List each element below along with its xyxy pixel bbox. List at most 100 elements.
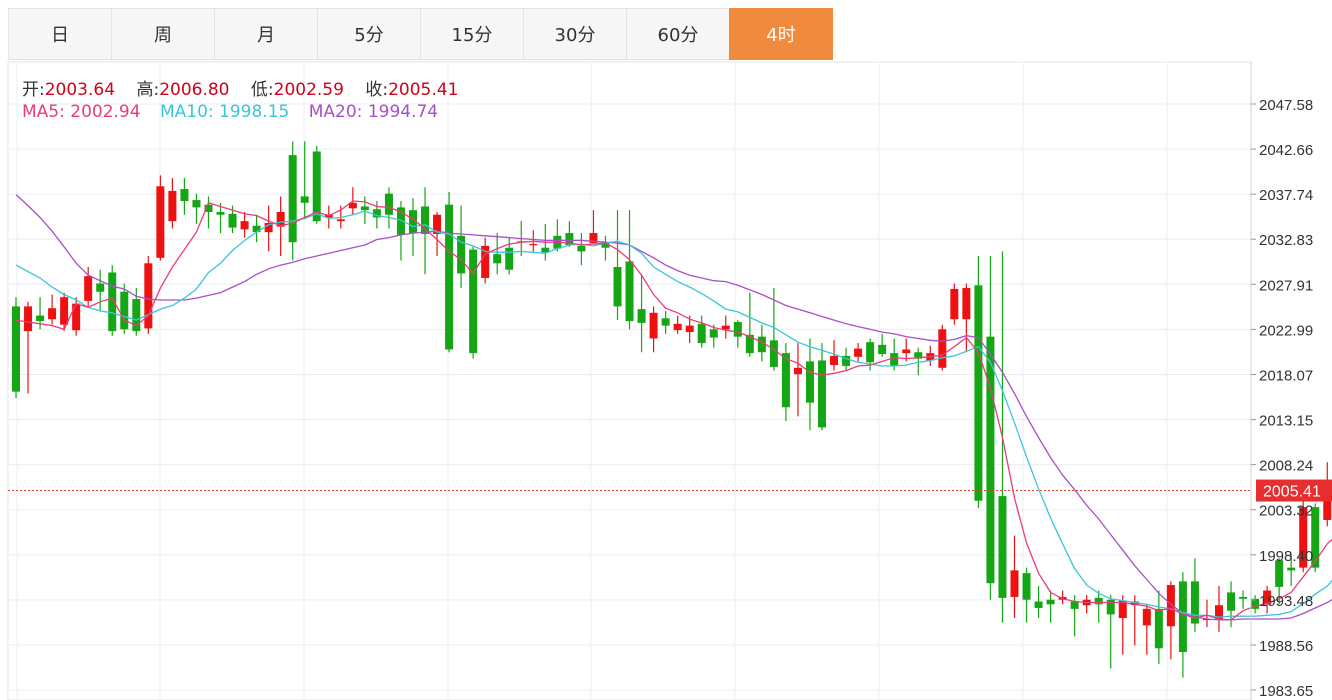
candle-body [1287,567,1296,571]
candle-body [1142,608,1151,626]
axis-tick-label: 2037.74 [1259,187,1313,204]
candle-body [781,353,790,408]
ma-readout: MA5: 2002.94 MA10: 1998.15 MA20: 1994.74 [22,102,438,122]
candle-body [890,353,899,366]
candle-body [986,336,995,584]
candle-body [577,245,586,252]
candle-body [168,190,177,222]
candle-body [866,342,875,363]
candle-body [793,367,802,375]
candle-body [998,496,1007,598]
candle-body [24,306,33,332]
candle-body [493,254,502,264]
ma20-value: 1994.74 [367,102,439,122]
open-label: 开: [22,80,45,100]
axis-tick-label: 2013.15 [1259,413,1313,430]
ma10-value: 1998.15 [219,102,290,122]
candle-body [938,329,947,368]
candle-body [709,329,718,338]
candle-body [288,155,297,243]
ma5-value: 2002.94 [70,102,141,122]
candle-body [721,325,730,330]
open-value: 2003.64 [44,80,116,100]
close-value: 2005.41 [388,80,459,100]
axis-tick-label: 2018.07 [1259,367,1313,384]
candle-body [1046,599,1055,605]
ma10-label: MA10: [159,102,214,122]
candle-body [96,283,105,292]
candle-body [1010,570,1019,597]
candle-body [733,321,742,337]
candle-body [974,285,983,501]
candle-body [1022,573,1031,600]
candle-body [854,348,863,357]
candle-body [192,200,201,208]
ohlc-readout: 开:2003.64 高:2006.80 低:2002.59 收:2005.41 [22,75,474,100]
candle-body [108,272,117,332]
low-value: 2002.59 [273,80,344,100]
axis-tick-label: 1988.56 [1259,638,1313,655]
candle-body [384,193,393,215]
candle-body [818,360,827,428]
candle-body [1094,597,1103,605]
candle-body [1034,601,1043,608]
candle-body [830,355,839,366]
candle-body [613,266,622,307]
candle-body [1070,601,1079,609]
candle-body [1227,592,1236,611]
axis-tick-label: 1993.48 [1259,593,1313,610]
candle-body [84,276,93,301]
candle-body [697,323,706,344]
candle-body [649,312,658,339]
candle-body [661,318,670,326]
candle-body [469,249,478,354]
candle-body [120,291,129,330]
candle-body [240,221,249,230]
candle-body [336,219,345,222]
candle-body [805,361,814,403]
candle-body [12,306,20,392]
candle-body [1178,581,1187,652]
candle-body [1239,596,1248,599]
candle-body [445,204,454,350]
candle-body [685,325,694,333]
axis-tick-label: 2027.91 [1259,277,1313,294]
high-value: 2006.80 [159,80,230,100]
axis-tick-label: 2047.58 [1259,97,1313,114]
axis-tick-label: 2003.32 [1259,503,1313,520]
current-price-label: 2005.41 [1263,484,1321,501]
candle-body [950,288,959,320]
candle-body [769,340,778,367]
candle-body [625,261,634,322]
candle-body [252,225,261,233]
candle-body [505,247,514,270]
candle-body [60,297,69,325]
candle-body [300,196,309,203]
axis-tick-label: 2042.66 [1259,142,1313,159]
candle-body [72,303,81,331]
candle-body [673,323,682,331]
axis-tick-label: 1983.65 [1259,683,1313,700]
candle-body [36,315,45,322]
axis-tick-label: 2032.83 [1259,232,1313,249]
candle-body [228,213,237,228]
ma5-label: MA5: [22,102,65,122]
candle-body [132,299,141,332]
chart-grid [7,61,1252,700]
axis-tick-label: 1998.40 [1259,548,1313,565]
high-label: 高: [136,80,160,100]
plot-frame [7,61,1252,700]
candle-body [1154,608,1163,649]
candle-body [529,244,538,246]
candle-body [360,206,369,211]
candle-body [902,349,911,354]
candle-body [216,211,225,215]
ma20-label: MA20: [308,102,363,122]
close-label: 收: [365,80,389,100]
candle-body [962,288,971,320]
candle-body [878,344,887,355]
axis-tick-label: 2008.24 [1259,458,1313,475]
low-label: 低: [250,80,274,100]
candle-body [637,309,646,323]
candle-body [156,186,165,258]
